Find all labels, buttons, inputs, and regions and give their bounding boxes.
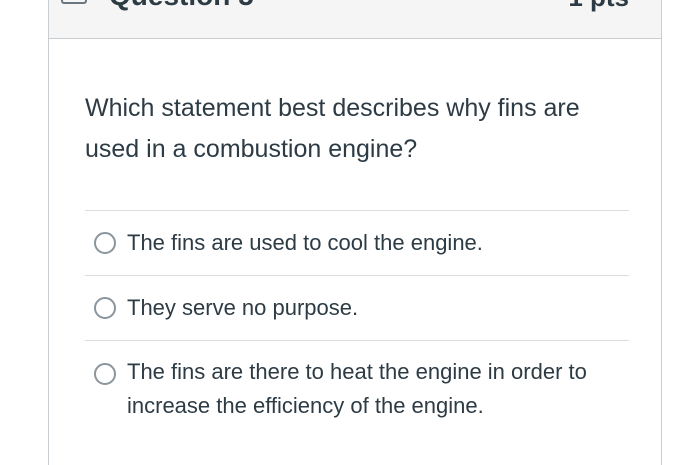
answer-option-3[interactable]: The fins are there to heat the engine in… xyxy=(85,341,629,423)
question-title: Question 5 xyxy=(109,0,254,12)
question-text: Which statement best describes why fins … xyxy=(85,94,580,163)
radio-button[interactable] xyxy=(94,232,116,254)
question-points: 1 pts xyxy=(568,0,629,13)
question-header: Question 5 1 pts xyxy=(49,0,661,39)
radio-button[interactable] xyxy=(94,363,116,385)
answer-option-2[interactable]: They serve no purpose. xyxy=(85,276,629,340)
answer-option-1[interactable]: The fins are used to cool the engine. xyxy=(85,211,629,275)
answer-label[interactable]: They serve no purpose. xyxy=(127,276,358,340)
answer-label[interactable]: The fins are there to heat the engine in… xyxy=(127,355,629,423)
answer-label[interactable]: The fins are used to cool the engine. xyxy=(127,211,483,275)
flag-icon[interactable] xyxy=(61,0,87,4)
answer-list: The fins are used to cool the engine. Th… xyxy=(85,210,629,423)
quiz-page: Question 5 1 pts Which statement best de… xyxy=(0,0,700,465)
radio-button[interactable] xyxy=(94,297,116,319)
question-card: Question 5 1 pts Which statement best de… xyxy=(48,0,662,465)
